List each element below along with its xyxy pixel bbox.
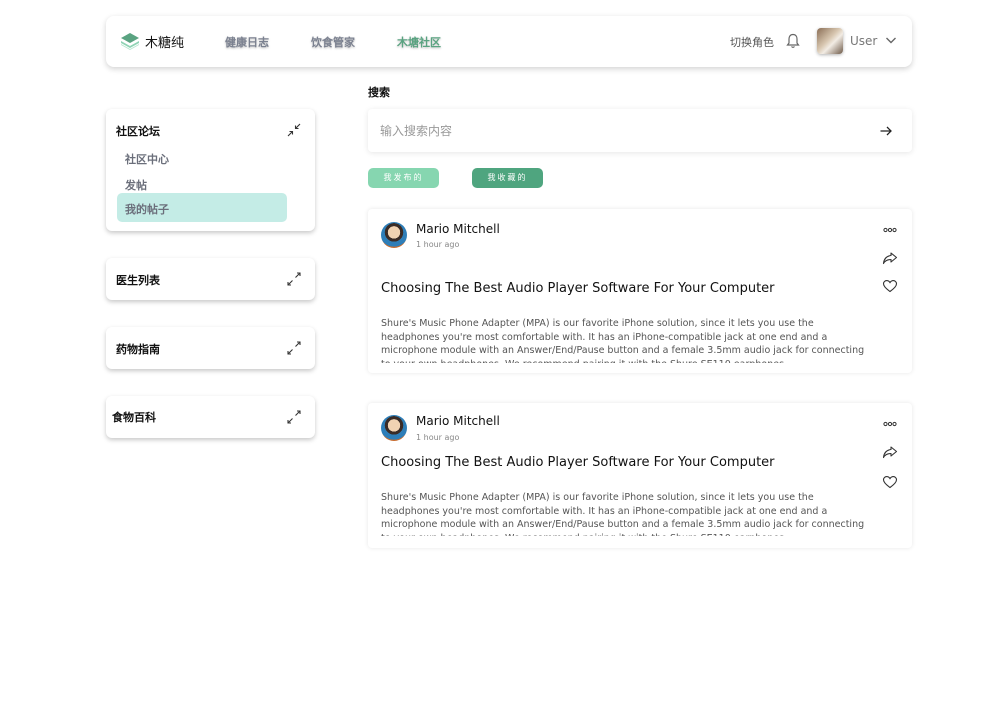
switch-role-link[interactable]: 切换角色: [730, 34, 774, 50]
author-avatar[interactable]: [381, 415, 407, 441]
sidebar-card-medicine[interactable]: 药物指南: [106, 327, 315, 369]
expand-icon[interactable]: [287, 410, 301, 424]
more-icon[interactable]: [882, 223, 898, 237]
sidebar-card-forum: 社区论坛 社区中心 发帖 我的帖子: [106, 109, 315, 231]
sidebar-item-new-post[interactable]: 发帖: [125, 177, 147, 193]
more-icon[interactable]: [882, 417, 898, 431]
nav-link-diet-manager[interactable]: 饮食管家: [311, 34, 355, 50]
sidebar-card-doctors[interactable]: 医生列表: [106, 258, 315, 300]
user-name[interactable]: User: [850, 34, 877, 48]
post-time: 1 hour ago: [416, 240, 460, 249]
sidebar-title-forum[interactable]: 社区论坛: [116, 123, 160, 139]
search-box: [368, 109, 912, 152]
post-time: 1 hour ago: [416, 433, 460, 442]
post-card[interactable]: Mario Mitchell 1 hour ago Choosing The B…: [368, 209, 912, 373]
post-body: Shure's Music Phone Adapter (MPA) is our…: [381, 492, 865, 536]
search-input[interactable]: [368, 109, 868, 152]
post-title[interactable]: Choosing The Best Audio Player Software …: [381, 455, 775, 470]
brand-name: 木糖纯: [145, 35, 185, 51]
share-icon[interactable]: [882, 251, 898, 265]
sidebar-title-food: 食物百科: [112, 411, 156, 424]
top-navbar: 木糖纯 健康日志 饮食管家 木塘社区 切换角色 User: [106, 16, 912, 67]
author-avatar[interactable]: [381, 222, 407, 248]
post-card[interactable]: Mario Mitchell 1 hour ago Choosing The B…: [368, 403, 912, 548]
expand-icon[interactable]: [287, 341, 301, 355]
nav-link-health-log[interactable]: 健康日志: [225, 34, 269, 50]
post-author[interactable]: Mario Mitchell: [416, 414, 500, 428]
sidebar-item-community-center[interactable]: 社区中心: [125, 151, 169, 167]
brand-logo[interactable]: 木糖纯: [120, 31, 184, 51]
user-avatar[interactable]: [817, 28, 843, 54]
nav-link-community[interactable]: 木塘社区: [397, 34, 441, 50]
stack-logo-icon: [121, 33, 139, 50]
sidebar-title-doctors: 医生列表: [116, 274, 160, 287]
share-icon[interactable]: [882, 445, 898, 459]
post-title[interactable]: Choosing The Best Audio Player Software …: [381, 281, 775, 296]
collapse-icon[interactable]: [287, 123, 301, 137]
chevron-down-icon[interactable]: [885, 35, 897, 45]
search-label: 搜索: [368, 86, 390, 99]
arrow-right-icon[interactable]: [879, 124, 893, 138]
sidebar-title-medicine: 药物指南: [116, 343, 160, 356]
heart-icon[interactable]: [882, 279, 898, 293]
filter-favorites-button[interactable]: 我收藏的: [472, 168, 543, 188]
bell-icon[interactable]: [786, 33, 800, 49]
sidebar-card-food[interactable]: 食物百科: [106, 396, 315, 438]
post-body: Shure's Music Phone Adapter (MPA) is our…: [381, 318, 865, 363]
expand-icon[interactable]: [287, 272, 301, 286]
filter-my-posts-button[interactable]: 我发布的: [368, 168, 439, 188]
heart-icon[interactable]: [882, 475, 898, 489]
sidebar-item-my-posts[interactable]: 我的帖子: [125, 201, 169, 217]
post-author[interactable]: Mario Mitchell: [416, 222, 500, 236]
